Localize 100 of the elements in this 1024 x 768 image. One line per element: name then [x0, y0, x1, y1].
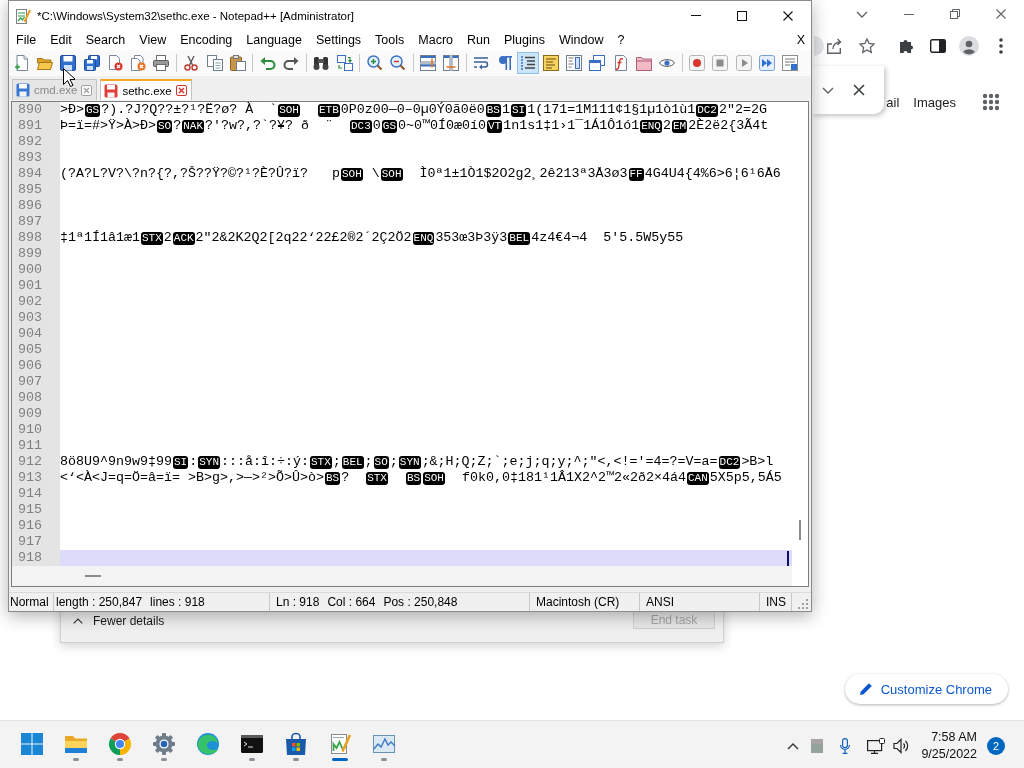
function-page-icon[interactable] — [612, 55, 629, 71]
menu-item[interactable]: Encoding — [173, 33, 240, 47]
clock-date[interactable]: 9/25/2022 — [921, 746, 977, 763]
close-icon[interactable] — [783, 10, 793, 21]
close-document-button[interactable]: X — [789, 33, 811, 47]
notification-badge[interactable]: 2 — [987, 737, 1005, 755]
menu-item[interactable]: View — [132, 33, 174, 47]
scrollbar-thumb[interactable] — [85, 575, 101, 577]
menu-item[interactable]: Tools — [368, 33, 412, 47]
binoculars-icon[interactable] — [313, 55, 330, 71]
clock-time[interactable]: 7:58 AM — [931, 729, 977, 746]
control-character: SO — [373, 455, 389, 469]
shopping-bag-icon[interactable] — [284, 732, 308, 756]
code-text: <‘<À<J=q=Ö=â=ï= >B>g>,>—>²>Õ>Û>ò> — [60, 470, 324, 486]
microphone-icon[interactable] — [840, 738, 851, 754]
customize-button[interactable]: Customize Chrome — [844, 674, 1008, 704]
restore-icon[interactable] — [950, 9, 960, 19]
gear-icon[interactable] — [152, 732, 176, 756]
play-icon[interactable] — [735, 55, 752, 71]
stacked-windows-icon[interactable] — [420, 55, 437, 71]
code-text: 2È2ë2{3Ã4t — [688, 118, 769, 134]
page-minimap-icon[interactable] — [566, 55, 583, 71]
menu-item[interactable]: Edit — [43, 33, 79, 47]
indent-guide-icon[interactable] — [516, 52, 539, 74]
menu-item[interactable]: Language — [239, 33, 309, 47]
new-file-icon[interactable] — [14, 55, 31, 71]
share-icon[interactable] — [826, 38, 842, 54]
monitor-icon[interactable] — [867, 738, 886, 754]
overlapping-windows-icon[interactable] — [589, 55, 606, 71]
code-text: ; — [389, 454, 398, 470]
chevron-up-icon[interactable] — [73, 618, 83, 624]
open-folder-icon[interactable] — [37, 55, 54, 71]
line-count: lines : 918 — [150, 595, 205, 609]
scissors-icon[interactable] — [183, 55, 200, 71]
control-character: FF — [628, 167, 644, 181]
page-close-icon[interactable] — [106, 55, 123, 71]
control-character: BS — [405, 471, 422, 485]
avatar-icon[interactable] — [959, 36, 979, 56]
pilcrow-icon[interactable] — [496, 55, 513, 71]
minimize-icon[interactable] — [904, 13, 914, 15]
menu-item[interactable]: Run — [460, 33, 497, 47]
menu-item[interactable]: Search — [78, 33, 133, 47]
close-icon[interactable] — [853, 84, 865, 96]
speaker-icon[interactable] — [893, 738, 910, 754]
code-text: Ì0ª1±1Ò1$2O2g2¸2ê213ª3Å3ø3 — [418, 166, 628, 182]
printer-icon[interactable] — [153, 55, 170, 71]
chevron-up-icon[interactable] — [787, 742, 800, 750]
code-text: 1 — [501, 102, 510, 118]
line-number: 902 — [12, 294, 60, 310]
browser-circle-icon[interactable] — [108, 732, 132, 756]
undo-icon[interactable] — [259, 55, 276, 71]
zoom-out-icon[interactable] — [389, 55, 406, 71]
menu-item[interactable]: Macro — [411, 33, 461, 47]
fast-forward-icon[interactable] — [758, 55, 775, 71]
folder-icon[interactable] — [635, 55, 652, 71]
code-text: 0~0™0Í0æ0í0 — [398, 118, 486, 134]
file-tab[interactable]: sethc.exe — [100, 79, 192, 100]
terminal-icon[interactable] — [240, 732, 264, 756]
chart-window-icon[interactable] — [372, 732, 396, 756]
side-panel-icon[interactable] — [930, 39, 946, 53]
redo-icon[interactable] — [283, 55, 300, 71]
side-windows-icon[interactable] — [443, 55, 460, 71]
details-toggle[interactable]: Fewer details — [93, 614, 165, 628]
pages-close-icon[interactable] — [130, 55, 147, 71]
code-text: 5X5p5,5Á5 — [709, 470, 782, 486]
images-link[interactable]: Images — [913, 94, 956, 110]
stop-icon[interactable] — [712, 55, 729, 71]
menu-item[interactable]: Settings — [308, 33, 369, 47]
close-icon[interactable] — [996, 9, 1006, 19]
record-icon[interactable] — [689, 55, 706, 71]
word-wrap-icon[interactable] — [473, 55, 490, 71]
star-icon[interactable] — [859, 38, 875, 54]
partial-link[interactable]: ail — [886, 94, 900, 110]
four-tiles-icon[interactable] — [20, 732, 44, 756]
notepad-icon[interactable] — [328, 732, 352, 756]
menu-item[interactable]: Window — [551, 33, 611, 47]
menu-item[interactable]: ? — [610, 33, 632, 47]
control-character: VT — [486, 119, 503, 133]
control-character: SO — [157, 119, 173, 133]
line-number: 897 — [12, 214, 60, 230]
swirl-icon[interactable] — [196, 732, 220, 756]
floppy-disks-icon[interactable] — [83, 55, 100, 71]
copy-icon[interactable] — [206, 55, 223, 71]
chevron-down-icon[interactable] — [822, 86, 834, 94]
scrollbar-thumb[interactable] — [799, 520, 801, 540]
menu-item[interactable]: Plugins — [496, 33, 552, 47]
chevron-down-icon[interactable] — [856, 10, 868, 18]
control-character: STX — [141, 231, 163, 245]
zoom-in-icon[interactable] — [366, 55, 383, 71]
swap-pages-icon[interactable] — [336, 55, 353, 71]
clipboard-icon[interactable] — [229, 55, 246, 71]
line-number: 912 — [12, 454, 60, 470]
window-title: *C:\Windows\System32\sethc.exe - Notepad++ [Administrator] — [37, 9, 355, 22]
menu-icon[interactable] — [999, 38, 1003, 54]
puzzle-icon[interactable] — [899, 38, 915, 54]
resize-grip-icon[interactable] — [798, 599, 808, 609]
apps-grid-icon[interactable] — [982, 93, 1000, 111]
menu-item[interactable]: File — [9, 33, 44, 47]
lined-note-icon[interactable] — [543, 55, 560, 71]
maximize-icon[interactable] — [737, 10, 747, 21]
